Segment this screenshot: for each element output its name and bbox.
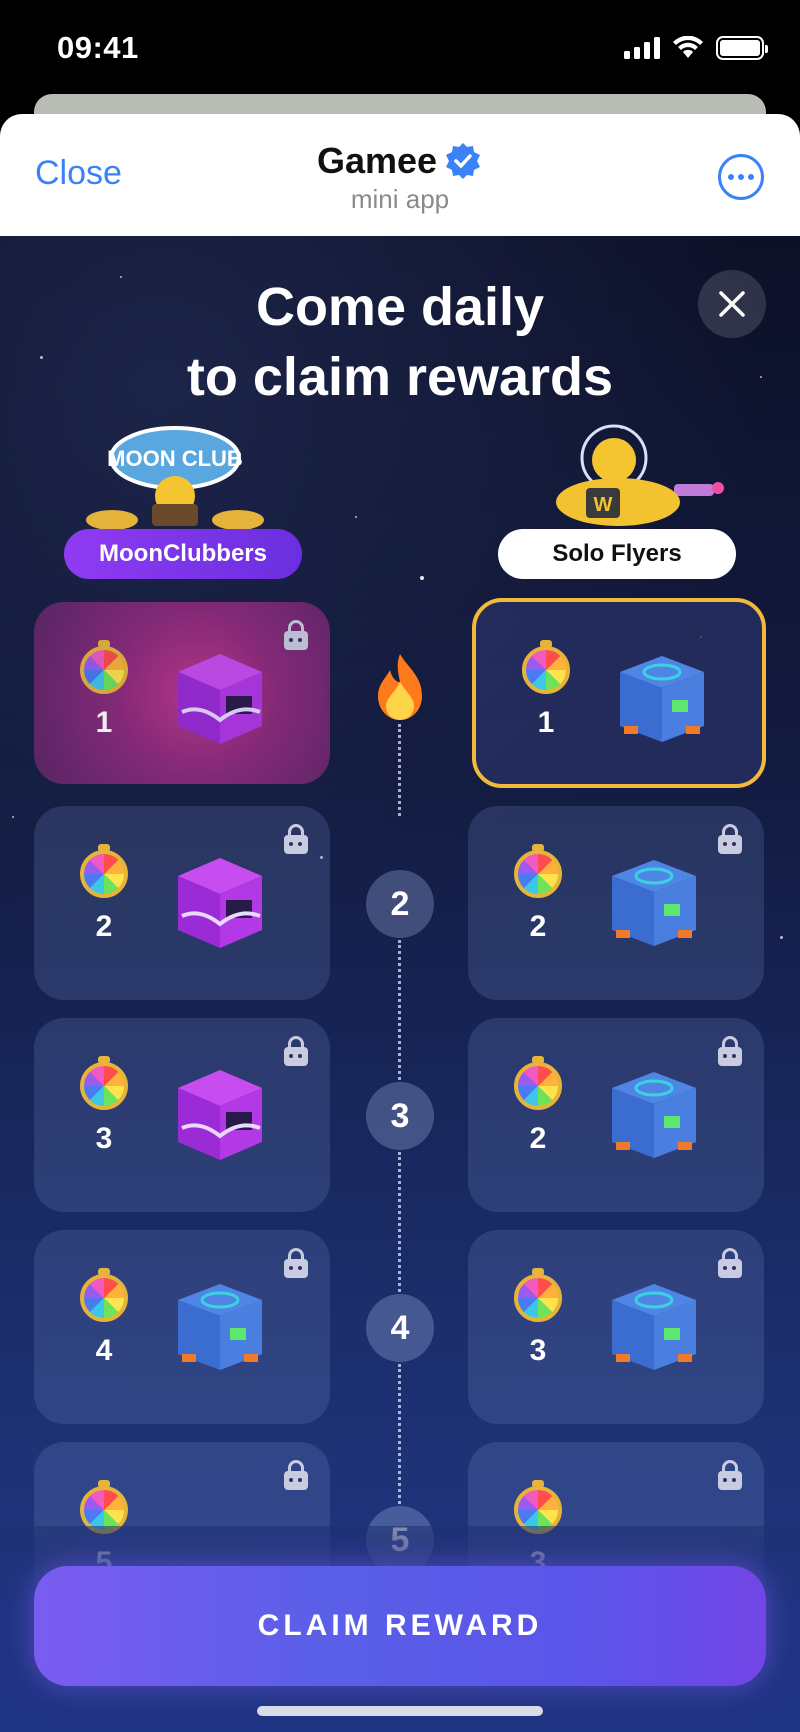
reward-quantity: 4 bbox=[95, 1334, 113, 1367]
reward-card-left[interactable]: 3 bbox=[34, 1018, 330, 1212]
lock-icon bbox=[284, 1460, 308, 1490]
spin-wheel-icon bbox=[80, 1056, 128, 1110]
reward-quantity: 2 bbox=[529, 1122, 547, 1155]
lock-icon bbox=[284, 1036, 308, 1066]
lock-icon bbox=[284, 1248, 308, 1278]
spin-wheel-icon bbox=[514, 1268, 562, 1322]
mystery-box-icon bbox=[178, 654, 262, 744]
daily-rewards-screen: Come daily to claim rewards MOON CLUB W … bbox=[0, 236, 800, 1732]
reward-card-right[interactable]: 2 bbox=[468, 806, 764, 1000]
lock-icon bbox=[718, 1036, 742, 1066]
signal-icon bbox=[624, 37, 660, 59]
day-marker: 3 bbox=[366, 1082, 434, 1150]
more-button[interactable] bbox=[718, 154, 764, 200]
svg-text:W: W bbox=[594, 494, 613, 516]
mystery-box-icon bbox=[612, 1284, 696, 1370]
reward-quantity: 3 bbox=[529, 1334, 547, 1367]
moon-club-logo: MOON CLUB bbox=[86, 426, 264, 530]
mystery-box-icon bbox=[178, 1284, 262, 1370]
reward-quantity: 3 bbox=[95, 1122, 113, 1155]
timeline-connector bbox=[398, 724, 402, 816]
timeline-connector bbox=[398, 1152, 402, 1292]
spin-wheel-icon bbox=[514, 1056, 562, 1110]
reward-card-right[interactable]: 2 bbox=[468, 1018, 764, 1212]
spin-wheel-icon bbox=[80, 844, 128, 898]
timeline-connector bbox=[398, 940, 402, 1080]
verified-badge-icon bbox=[446, 143, 481, 179]
reward-card-left[interactable]: 1 bbox=[34, 602, 330, 784]
dismiss-button[interactable] bbox=[698, 270, 766, 338]
timeline-connector bbox=[398, 1364, 402, 1504]
spin-wheel-icon bbox=[80, 640, 128, 694]
app-name: Gamee bbox=[316, 140, 438, 181]
status-time: 09:41 bbox=[57, 30, 139, 65]
mystery-box-icon bbox=[620, 656, 704, 742]
reward-quantity: 2 bbox=[529, 910, 547, 943]
mystery-box-icon bbox=[612, 1072, 696, 1158]
svg-text:MOON CLUB: MOON CLUB bbox=[107, 446, 243, 471]
fire-icon bbox=[378, 654, 422, 720]
home-indicator[interactable] bbox=[257, 1706, 543, 1716]
battery-icon bbox=[716, 36, 768, 60]
wifi-icon bbox=[673, 36, 703, 58]
reward-card-right[interactable]: 3 bbox=[468, 1230, 764, 1424]
team-tab-solo-flyers[interactable]: Solo Flyers bbox=[498, 529, 736, 579]
day-marker: 2 bbox=[366, 870, 434, 938]
close-icon bbox=[719, 291, 745, 317]
mystery-box-icon bbox=[178, 1070, 262, 1160]
lock-icon bbox=[718, 824, 742, 854]
reward-quantity: 2 bbox=[95, 910, 113, 943]
app-subtitle: mini app bbox=[350, 184, 450, 214]
app-title: Gamee mini app bbox=[0, 140, 800, 215]
reward-card-left[interactable]: 4 bbox=[34, 1230, 330, 1424]
mystery-box-icon bbox=[612, 860, 696, 946]
spin-wheel-icon bbox=[514, 844, 562, 898]
lock-icon bbox=[718, 1248, 742, 1278]
page-title: Come daily to claim rewards bbox=[186, 277, 614, 407]
lock-icon bbox=[718, 1460, 742, 1490]
reward-card-right-current[interactable]: 1 bbox=[472, 598, 766, 788]
solo-flyers-logo: W bbox=[556, 424, 724, 526]
reward-quantity: 1 bbox=[95, 706, 113, 739]
day-marker: 4 bbox=[366, 1294, 434, 1362]
reward-quantity: 1 bbox=[537, 706, 555, 739]
lock-icon bbox=[284, 620, 308, 650]
lock-icon bbox=[284, 824, 308, 854]
more-icon bbox=[728, 174, 734, 180]
reward-card-left[interactable]: 2 bbox=[34, 806, 330, 1000]
claim-reward-button[interactable]: CLAIM REWARD bbox=[34, 1566, 766, 1686]
status-icons bbox=[624, 36, 768, 60]
team-tab-moonclubbers[interactable]: MoonClubbers bbox=[64, 529, 302, 579]
status-bar: 09:41 bbox=[0, 0, 800, 100]
spin-wheel-icon bbox=[80, 1268, 128, 1322]
mini-app-header: Close Gamee mini app bbox=[0, 114, 800, 236]
spin-wheel-icon bbox=[522, 640, 570, 694]
mystery-box-icon bbox=[178, 858, 262, 948]
